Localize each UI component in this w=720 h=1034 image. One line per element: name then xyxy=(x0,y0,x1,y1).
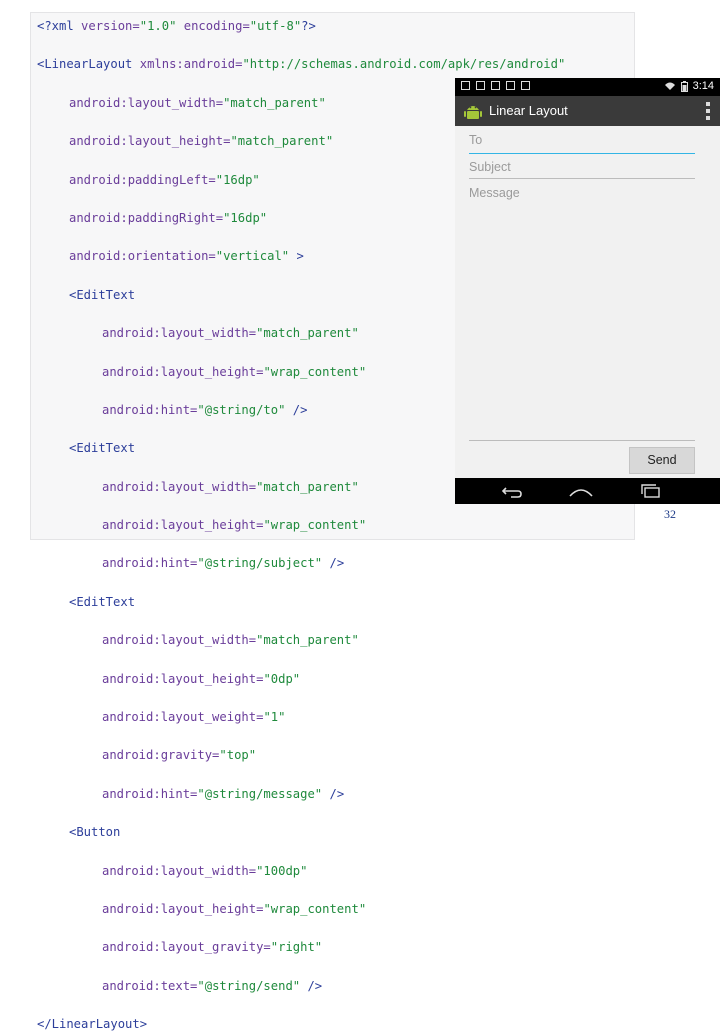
code-line: android:layout_height="wrap_content" xyxy=(102,518,367,533)
code-line: android:layout_weight="1" xyxy=(102,710,286,725)
code-line: android:layout_height="0dp" xyxy=(102,671,301,686)
status-icons: 3:14 xyxy=(664,80,714,92)
code-line: android:hint="@string/subject" /> xyxy=(102,556,345,571)
notification-icon xyxy=(476,81,485,90)
android-app-icon xyxy=(464,106,482,119)
notification-icon xyxy=(491,81,500,90)
recents-icon[interactable] xyxy=(637,482,665,500)
code-line: android:gravity="top" xyxy=(102,748,257,763)
code-line: android:layout_height="wrap_content" xyxy=(102,901,367,916)
notification-icon xyxy=(506,81,515,90)
status-bar: 3:14 xyxy=(455,78,720,96)
code-line: android:text="@string/send" /> xyxy=(102,978,323,993)
message-field[interactable]: Message xyxy=(469,186,695,441)
code-line: <Button xyxy=(69,825,121,840)
page-number: 32 xyxy=(664,507,676,521)
code-line: android:layout_width="match_parent" xyxy=(102,633,359,648)
send-button[interactable]: Send xyxy=(629,447,695,474)
phone-screenshot: 3:14 Linear Layout To Subject Message Se… xyxy=(455,78,720,504)
back-icon[interactable] xyxy=(497,482,525,500)
overflow-menu-icon[interactable] xyxy=(706,102,710,120)
code-line: </LinearLayout> xyxy=(37,1017,148,1032)
home-icon[interactable] xyxy=(567,482,595,500)
notification-icon xyxy=(521,81,530,90)
action-bar: Linear Layout xyxy=(455,96,720,126)
status-time: 3:14 xyxy=(692,80,714,92)
to-field[interactable]: To xyxy=(469,133,695,154)
code-line: android:hint="@string/message" /> xyxy=(102,786,345,801)
notification-icon xyxy=(461,81,470,90)
app-title: Linear Layout xyxy=(489,103,568,118)
subject-field[interactable]: Subject xyxy=(469,160,695,179)
navigation-bar xyxy=(455,478,720,504)
notification-icons xyxy=(461,81,530,90)
battery-icon xyxy=(680,80,688,92)
code-line: android:layout_gravity="right" xyxy=(102,940,323,955)
wifi-icon xyxy=(664,82,675,90)
code-line: <?xml version="1.0" encoding="utf-8"?> xyxy=(37,19,316,33)
code-line: android:layout_width="100dp" xyxy=(102,863,308,878)
code-line: <EditText xyxy=(69,594,136,609)
code-line: <LinearLayout xmlns:android="http://sche… xyxy=(37,57,566,72)
